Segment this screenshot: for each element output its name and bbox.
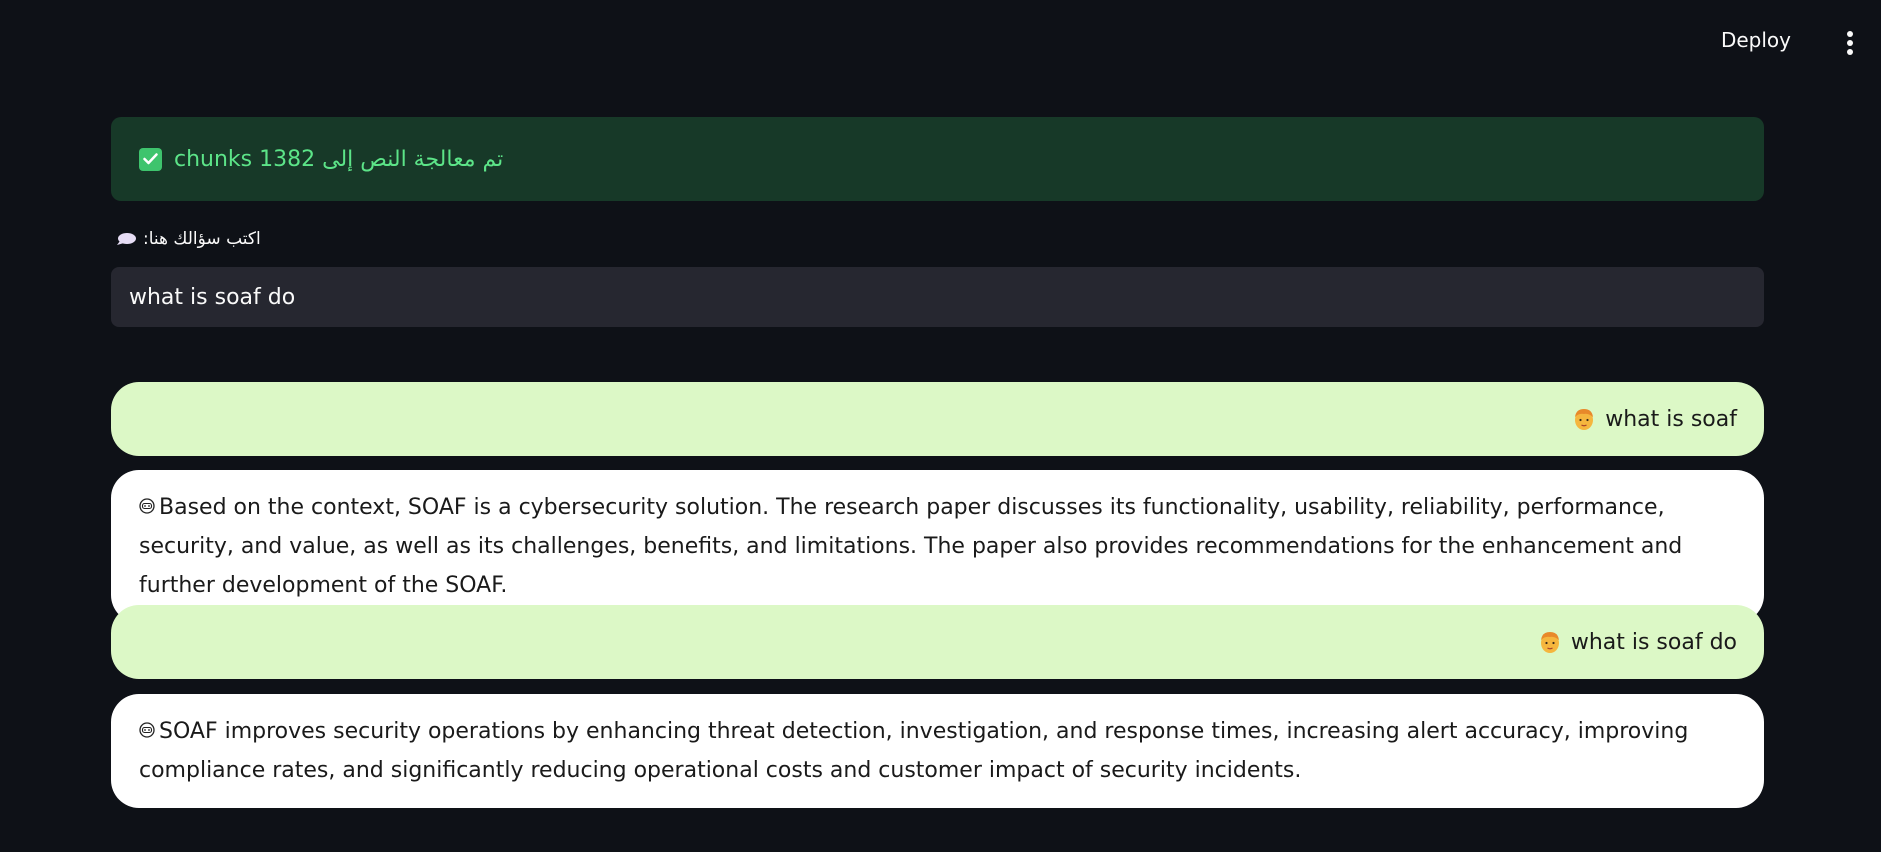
bot-icon [139, 722, 155, 738]
more-vert-icon[interactable] [1847, 31, 1853, 55]
check-icon [139, 147, 162, 171]
chat-message-user: what is soaf do [111, 605, 1764, 679]
speech-bubble-icon [117, 233, 136, 245]
question-input[interactable] [111, 267, 1764, 327]
chat-message-text: Based on the context, SOAF is a cybersec… [139, 495, 1683, 598]
deploy-button[interactable]: Deploy [1721, 28, 1791, 52]
chat-message-assistant: Based on the context, SOAF is a cybersec… [111, 470, 1764, 623]
chat-message-assistant: SOAF improves security operations by enh… [111, 694, 1764, 808]
success-alert: تم معالجة النص إلى 1382 chunks [111, 117, 1764, 201]
success-text: تم معالجة النص إلى 1382 chunks [174, 146, 504, 172]
question-label: اكتب سؤالك هنا: [143, 229, 261, 249]
top-bar: Deploy [0, 0, 1881, 86]
chat-message-text: what is soaf do [1570, 629, 1737, 655]
chat-message-user: what is soaf [111, 382, 1764, 456]
user-avatar-icon [1540, 632, 1559, 653]
chat-message-text: what is soaf [1605, 406, 1737, 432]
user-avatar-icon [1575, 409, 1594, 430]
bot-icon [139, 498, 155, 514]
chat-message-text: SOAF improves security operations by enh… [139, 719, 1689, 783]
question-label-row: اكتب سؤالك هنا: [115, 229, 261, 249]
